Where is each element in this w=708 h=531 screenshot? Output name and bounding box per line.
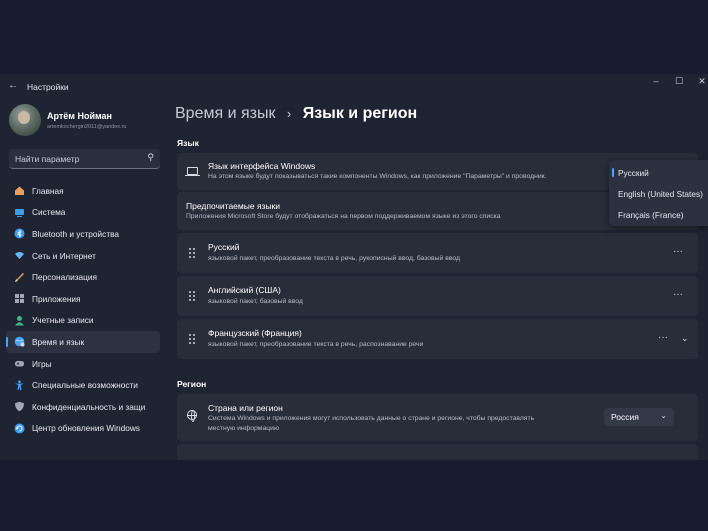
preferred-languages-title: Предпочитаемые языки xyxy=(186,201,281,211)
sidebar-item-system[interactable]: Система xyxy=(6,202,160,224)
language-row-english[interactable]: Английский (США) языковой пакет, базовый… xyxy=(177,276,698,316)
chevron-down-icon[interactable]: ⌄ xyxy=(681,333,689,344)
sidebar-item-label: Учетные записи xyxy=(32,315,94,326)
more-options-icon[interactable]: ··· xyxy=(673,289,683,300)
brush-icon xyxy=(15,272,24,282)
display-language-dropdown[interactable]: Русский English (United States) Français… xyxy=(609,160,708,226)
next-setting-card xyxy=(177,444,698,460)
sidebar-item-bluetooth[interactable]: Bluetooth и устройства xyxy=(6,223,160,245)
display-language-title: Язык интерфейса Windows xyxy=(208,161,316,171)
sidebar-item-label: Bluetooth и устройства xyxy=(32,228,120,239)
update-icon xyxy=(14,423,25,434)
sidebar-item-accessibility[interactable]: Специальные возможности xyxy=(6,374,160,396)
sidebar-item-label: Персонализация xyxy=(32,272,98,283)
breadcrumb-parent[interactable]: Время и язык xyxy=(175,105,275,122)
time-language-icon xyxy=(14,337,25,347)
sidebar-item-label: Сеть и Интернет xyxy=(32,250,96,261)
language-name: Английский (США) xyxy=(208,285,281,295)
monitor-icon xyxy=(185,167,200,176)
sidebar-item-label: Специальные возможности xyxy=(32,380,138,391)
language-name: Русский xyxy=(208,242,240,252)
app-title: Настройки xyxy=(27,82,69,92)
sidebar-item-label: Игры xyxy=(32,358,52,369)
sidebar-item-home[interactable]: Главная xyxy=(6,180,160,202)
page-title: Язык и регион xyxy=(302,105,418,122)
globe-icon xyxy=(187,410,197,422)
sidebar-item-windows-update[interactable]: Центр обновления Windows xyxy=(6,418,160,440)
language-features: языковой пакет, преобразование текста в … xyxy=(208,255,460,262)
sidebar-item-label: Главная xyxy=(32,185,64,196)
breadcrumb: Время и язык › Язык и регион xyxy=(175,105,417,123)
selection-indicator xyxy=(612,168,614,177)
dropdown-option-french[interactable]: Français (France) xyxy=(618,210,683,220)
drag-handle-icon[interactable] xyxy=(189,291,197,302)
sidebar-item-accounts[interactable]: Учетные записи xyxy=(6,310,160,332)
sidebar-item-label: Центр обновления Windows xyxy=(32,423,140,434)
country-region-desc: Система Windows и приложения могут испол… xyxy=(208,415,535,422)
profile-name: Артём Нойман xyxy=(47,111,112,121)
country-region-card: Страна или регион Система Windows и прил… xyxy=(177,394,698,441)
bluetooth-icon xyxy=(14,228,25,239)
drag-handle-icon[interactable] xyxy=(189,334,197,345)
avatar[interactable] xyxy=(9,104,41,136)
language-row-french[interactable]: Французский (Франция) языковой пакет, пр… xyxy=(177,319,698,359)
sidebar-item-games[interactable]: Игры xyxy=(6,353,160,375)
breadcrumb-separator: › xyxy=(286,106,292,121)
accounts-icon xyxy=(15,315,24,326)
chevron-down-icon: ⌄ xyxy=(660,411,667,420)
close-button[interactable]: ✕ xyxy=(691,76,708,90)
language-features: языковой пакет, базовый ввод xyxy=(208,298,303,305)
search-box[interactable]: ⚲ xyxy=(9,149,160,169)
region-section-title: Регион xyxy=(177,379,207,389)
preferred-languages-desc: Приложения Microsoft Store будут отображ… xyxy=(186,213,501,220)
sidebar-item-privacy[interactable]: Конфиденциальность и защи xyxy=(6,396,160,418)
profile-email: artemkochergin2011@yandex.ru xyxy=(47,124,127,130)
display-language-desc: На этом языке будут показываться такие к… xyxy=(208,173,547,180)
drag-handle-icon[interactable] xyxy=(189,248,197,259)
sidebar-item-personalization[interactable]: Персонализация xyxy=(6,266,160,288)
country-region-title: Страна или регион xyxy=(208,403,283,413)
sidebar-nav: Главная Система Bluetooth и устройства С… xyxy=(6,180,160,439)
accessibility-icon xyxy=(15,380,24,390)
more-options-icon[interactable]: ··· xyxy=(673,246,683,257)
dropdown-option-russian[interactable]: Русский xyxy=(618,168,649,178)
sidebar-item-label: Приложения xyxy=(32,293,81,304)
sidebar-item-network[interactable]: Сеть и Интернет xyxy=(6,245,160,267)
language-name: Французский (Франция) xyxy=(208,328,302,338)
back-arrow-icon[interactable]: ← xyxy=(8,80,18,91)
title-bar: ← Настройки – ☐ ✕ xyxy=(0,74,708,100)
system-icon xyxy=(15,208,24,217)
sidebar-item-label: Система xyxy=(32,207,66,218)
games-icon xyxy=(15,361,24,367)
search-input[interactable] xyxy=(15,153,140,165)
language-features: языковой пакет, преобразование текста в … xyxy=(208,341,424,348)
sidebar-item-apps[interactable]: Приложения xyxy=(6,288,160,310)
country-select-value: Россия xyxy=(611,412,639,422)
home-icon xyxy=(15,186,24,196)
network-icon xyxy=(15,252,24,260)
country-region-desc: местную информацию xyxy=(208,425,280,432)
sidebar-item-label: Время и язык xyxy=(32,336,85,347)
search-icon[interactable]: ⚲ xyxy=(147,152,154,163)
sidebar-item-label: Конфиденциальность и защи xyxy=(32,401,146,412)
language-row-russian[interactable]: Русский языковой пакет, преобразование т… xyxy=(177,233,698,273)
settings-window: ← Настройки – ☐ ✕ Артём Нойман artemkoch… xyxy=(0,74,708,460)
maximize-button[interactable]: ☐ xyxy=(668,76,690,90)
shield-icon xyxy=(15,402,24,412)
sidebar-item-time-language[interactable]: Время и язык xyxy=(6,331,160,353)
more-options-icon[interactable]: ··· xyxy=(658,332,668,343)
minimize-button[interactable]: – xyxy=(645,76,667,90)
language-section-title: Язык xyxy=(177,138,199,148)
dropdown-option-english[interactable]: English (United States) xyxy=(618,189,703,199)
country-select[interactable]: Россия ⌄ xyxy=(604,408,674,426)
apps-icon xyxy=(15,294,24,304)
